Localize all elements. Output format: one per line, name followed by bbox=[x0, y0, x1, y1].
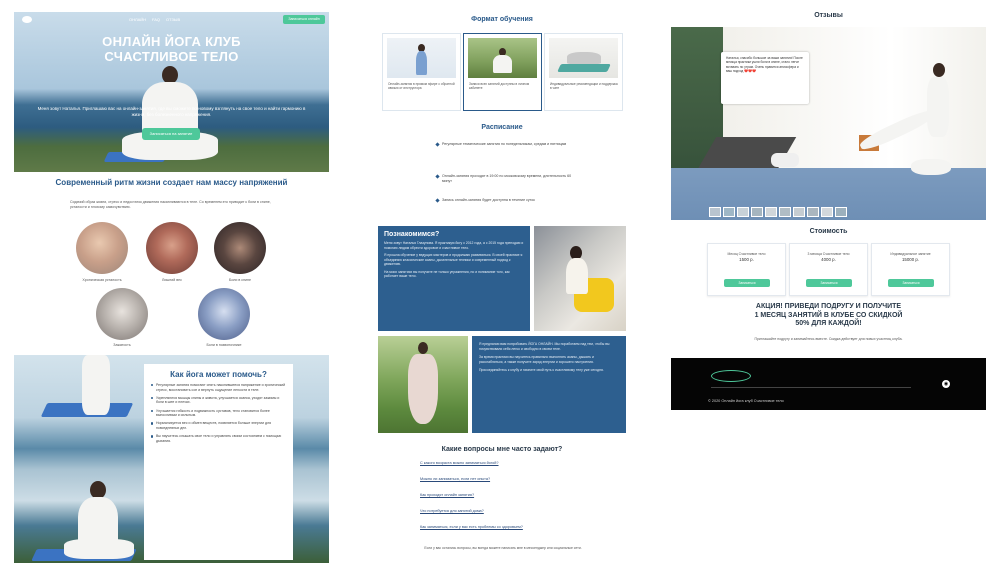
schedule-item: Онлайн-занятия проходят в 19:00 по моско… bbox=[435, 174, 572, 184]
review-yoga-photo bbox=[847, 63, 967, 213]
price-card: Месяц Счастливое тело 1500 р. Записаться bbox=[707, 243, 786, 296]
instructor-photo bbox=[534, 226, 626, 331]
review-thumbnails[interactable] bbox=[709, 207, 949, 217]
faq-question[interactable]: С какого возраста можно заниматься йогой… bbox=[420, 461, 590, 465]
nav-link-faq[interactable]: FAQ bbox=[152, 17, 160, 22]
price-signup-button[interactable]: Записаться bbox=[724, 279, 770, 287]
offer-paragraph: За время практики вы научитесь правильно… bbox=[479, 355, 594, 364]
format-photo-live bbox=[387, 38, 456, 78]
price-signup-button[interactable]: Записаться bbox=[888, 279, 934, 287]
help-item: Улучшается гибкость и подвижность сустав… bbox=[151, 409, 286, 418]
promo-title: АКЦИЯ! ПРИВЕДИ ПОДРУГУ И ПОЛУЧИТЕ 1 МЕСЯ… bbox=[754, 303, 903, 327]
landing-column-3: Отзывы Наталья, спасибо большое за ваши … bbox=[671, 0, 986, 570]
yoga-help-section: Как йога может помочь? Регулярные заняти… bbox=[14, 355, 329, 563]
price-card: Индивидуальное занятие 15000 р. Записать… bbox=[871, 243, 950, 296]
format-title: Формат обучения bbox=[471, 16, 533, 23]
back-pain-photo bbox=[214, 222, 266, 274]
help-item: Нормализуется вес и обмен веществ, появл… bbox=[151, 421, 286, 430]
format-text-records: Записи всех занятий доступны в личном ка… bbox=[469, 82, 530, 91]
meet-title: Познакомимся? bbox=[384, 231, 440, 238]
dance-photo bbox=[378, 336, 468, 433]
meet-paragraph: На моих занятиях вы получите не только у… bbox=[384, 269, 510, 279]
price-signup-button[interactable]: Записаться bbox=[806, 279, 852, 287]
help-title: Как йога может помочь? bbox=[170, 370, 267, 379]
weight-label: Лишний вес bbox=[162, 278, 182, 282]
format-text-live: Онлайн-занятия в прямом эфире с обратной… bbox=[388, 82, 455, 91]
back-pain-label: Боли в спине bbox=[228, 278, 252, 282]
schedule-item: Запись онлайн-занятия будет доступна в т… bbox=[435, 198, 572, 203]
help-card: Как йога может помочь? Регулярные заняти… bbox=[144, 364, 293, 560]
spine-photo bbox=[198, 288, 250, 340]
faq-question[interactable]: Что потребуется для занятий дома? bbox=[420, 509, 590, 513]
price-card: 3 месяца Счастливое тело 4000 р. Записат… bbox=[789, 243, 868, 296]
nav-link-online[interactable]: ОНЛАЙН bbox=[129, 17, 146, 22]
faq-question[interactable]: Как заниматься, если у вас есть проблемы… bbox=[420, 525, 590, 529]
review-bubble: Наталья, спасибо большое за ваши занятия… bbox=[721, 52, 809, 104]
footer: © 2020 Онлайн йога клуб Счастливое тело … bbox=[671, 358, 986, 410]
format-photo-records bbox=[468, 38, 537, 78]
offer-paragraph: Присоединяйтесь к клубу и начните свой п… bbox=[479, 368, 604, 372]
logo-icon[interactable] bbox=[22, 16, 32, 23]
nav-link-reviews[interactable]: ОТЗЫВ bbox=[166, 17, 180, 22]
reviews-title: Отзывы bbox=[814, 12, 843, 19]
pricing-title: Стоимость bbox=[809, 228, 848, 235]
diamond-icon bbox=[435, 198, 440, 203]
schedule-title: Расписание bbox=[481, 124, 523, 131]
diamond-icon bbox=[435, 174, 440, 179]
faq-title: Какие вопросы мне часто задают? bbox=[441, 446, 563, 453]
footer-logo-icon[interactable] bbox=[711, 370, 751, 382]
landing-column-2: Формат обучения Онлайн-занятия в прямом … bbox=[378, 0, 626, 570]
faq-footer-text: Если у вас остались вопросы, вы всегда м… bbox=[424, 546, 582, 550]
footer-copyright: © 2020 Онлайн йога клуб Счастливое тело bbox=[708, 399, 784, 403]
stiffness-label: Зажатость bbox=[113, 343, 131, 347]
price-name: Индивидуальное занятие bbox=[890, 252, 931, 256]
offer-box: Я предлагаю вам попробовать ЙОГА ОНЛАЙН.… bbox=[472, 336, 626, 433]
format-photo-support bbox=[549, 38, 618, 78]
meet-box: Познакомимся? Меня зовут Наталья Глазуно… bbox=[378, 226, 530, 331]
price-name: 3 месяца Счастливое тело bbox=[807, 252, 850, 256]
stress-text: Сидячий образ жизни, стресс и недостаток… bbox=[70, 200, 271, 209]
help-item: Вы научитесь слышать свое тело и управля… bbox=[151, 434, 286, 443]
fatigue-photo bbox=[76, 222, 128, 274]
format-text-support: Индивидуальные рекомендации и поддержка … bbox=[550, 82, 618, 91]
price-value: 15000 р. bbox=[901, 257, 920, 263]
schedule-item: Регулярные тематические занятия по понед… bbox=[435, 142, 572, 147]
spine-label: Боли в позвоночнике bbox=[206, 343, 242, 347]
weight-photo bbox=[146, 222, 198, 274]
help-yoga-photo-1 bbox=[40, 355, 134, 425]
help-item: Регулярные занятия помогают снять накопи… bbox=[151, 383, 286, 392]
help-yoga-photo-2 bbox=[31, 477, 144, 563]
help-item: Укрепляются мышцы спины и живота, улучша… bbox=[151, 396, 286, 405]
review-photo-slider[interactable]: Наталья, спасибо большое за ваши занятия… bbox=[671, 27, 986, 220]
nav-signup-button[interactable]: Записаться онлайн bbox=[283, 15, 325, 24]
faq-question[interactable]: Можно ли заниматься, если нет опыта? bbox=[420, 477, 590, 481]
meet-paragraph: Меня зовут Наталья Глазунова. Я практику… bbox=[384, 241, 524, 250]
price-value: 4000 р. bbox=[821, 257, 836, 263]
stiffness-photo bbox=[96, 288, 148, 340]
promo-subtitle: Приглашайте подругу и занимайтесь вместе… bbox=[754, 337, 903, 341]
format-card-records[interactable]: Записи всех занятий доступны в личном ка… bbox=[463, 33, 542, 111]
stress-title: Современный ритм жизни создает нам массу… bbox=[55, 178, 288, 187]
offer-paragraph: Я предлагаю вам попробовать ЙОГА ОНЛАЙН.… bbox=[479, 342, 610, 351]
format-card-support[interactable]: Индивидуальные рекомендации и поддержка … bbox=[544, 33, 623, 111]
footer-divider bbox=[711, 387, 911, 388]
instagram-icon[interactable]: ◉ bbox=[942, 380, 950, 388]
hero-subtitle: Меня зовут Наталья. Приглашаю вас на онл… bbox=[37, 106, 306, 117]
price-value: 1500 р. bbox=[739, 257, 754, 263]
price-name: Месяц Счастливое тело bbox=[727, 252, 766, 256]
landing-column-1: ОНЛАЙН FAQ ОТЗЫВ Записаться онлайн ОНЛАЙ… bbox=[14, 0, 329, 570]
hero-cta-button[interactable]: Записаться на занятие bbox=[142, 128, 200, 140]
meet-paragraph: Я прошла обучение у ведущих мастеров и п… bbox=[384, 253, 523, 266]
fatigue-label: Хроническая усталость bbox=[82, 278, 122, 282]
faq-question[interactable]: Как проходят онлайн занятия? bbox=[420, 493, 590, 497]
hero-section: ОНЛАЙН FAQ ОТЗЫВ Записаться онлайн ОНЛАЙ… bbox=[14, 12, 329, 172]
hero-nav: ОНЛАЙН FAQ ОТЗЫВ Записаться онлайн bbox=[14, 15, 329, 25]
format-card-live[interactable]: Онлайн-занятия в прямом эфире с обратной… bbox=[382, 33, 461, 111]
diamond-icon bbox=[435, 142, 440, 147]
